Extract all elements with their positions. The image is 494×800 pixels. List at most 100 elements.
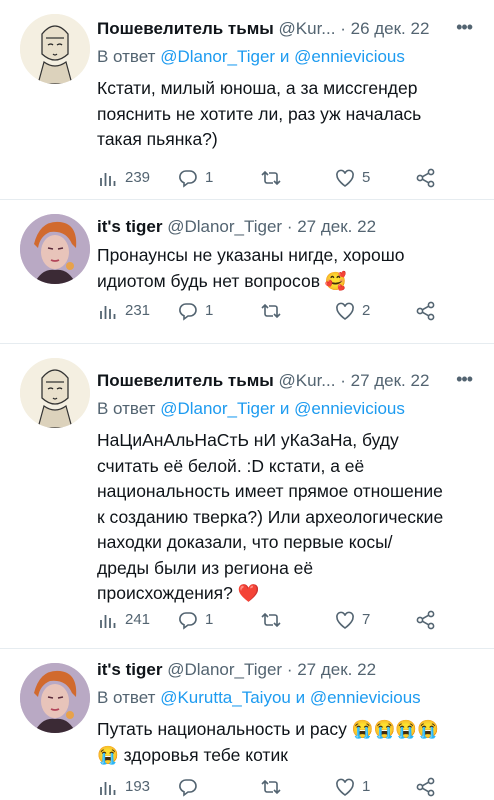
tweet-text: Пронаунсы не указаны нигде, хорошо идиот… [97,245,405,291]
tweet[interactable]: it's tiger @Dlanor_Tiger · 27 дек. 22 В … [0,649,494,800]
mention-link[interactable]: @Dlanor_Tiger [160,47,275,66]
separator-dot: · [340,19,351,38]
author-name[interactable]: it's tiger [97,660,162,679]
tweet-actions: 241 1 7 [97,607,447,633]
author-name[interactable]: Пошевелитель тьмы [97,19,274,38]
retweet-button[interactable] [260,298,288,324]
views-button[interactable]: 239 [97,165,150,191]
reply-and: и [295,688,306,707]
author-handle[interactable]: @Dlanor_Tiger [167,217,282,236]
tweet-actions: 231 1 2 [97,298,447,324]
avatar[interactable] [20,14,90,84]
separator-dot: · [340,371,351,390]
views-button[interactable]: 241 [97,607,150,633]
tweet-date[interactable]: 27 дек. 22 [297,217,376,236]
tweet[interactable]: it's tiger @Dlanor_Tiger · 27 дек. 22 Пр… [0,200,494,343]
tweet-date[interactable]: 27 дек. 22 [351,371,430,390]
views-count: 241 [125,611,151,628]
reply-button[interactable]: 1 [177,165,213,191]
like-button[interactable]: 7 [334,607,370,633]
like-icon [336,778,354,796]
author-handle[interactable]: @Kur... [279,371,336,390]
mention-link[interactable]: @ennievicious [294,47,405,66]
reply-prefix: В ответ [97,688,156,707]
retweet-button[interactable] [260,607,288,633]
avatar-illustration-icon [20,14,90,84]
avatar[interactable] [20,358,90,428]
share-icon [416,777,435,797]
avatar[interactable] [20,214,90,284]
tweet-header: Пошевелитель тьмы @Kur... · 26 дек. 22 •… [97,14,482,44]
reply-count: 1 [205,169,214,186]
views-icon [100,782,116,795]
author-handle[interactable]: @Dlanor_Tiger [167,660,282,679]
tweet-text: Кстати, милый юноша, а за миссгендер поя… [97,78,422,149]
separator-dot: · [286,217,298,236]
avatar-illustration-icon [20,358,90,428]
reply-icon [179,779,197,797]
reply-context: В ответ @Dlanor_Tiger и @ennievicious [97,396,482,422]
author-handle[interactable]: @Kur... [279,19,336,38]
retweet-icon [261,612,281,628]
retweet-icon [261,170,281,186]
reply-prefix: В ответ [97,399,156,418]
like-icon [336,611,354,629]
retweet-icon [261,779,281,795]
tweet[interactable]: Пошевелитель тьмы @Kur... · 26 дек. 22 •… [0,0,494,200]
avatar-photo-icon [20,214,90,284]
mention-link[interactable]: @Kurutta_Taiyou [160,688,291,707]
like-count: 2 [362,302,371,319]
mention-link[interactable]: @Dlanor_Tiger [160,399,275,418]
reply-context: В ответ @Kurutta_Taiyou и @ennievicious [97,685,482,711]
views-icon [100,173,116,186]
like-button[interactable]: 2 [334,298,370,324]
reply-button[interactable]: 1 [177,607,213,633]
like-button[interactable]: 1 [334,774,370,800]
reply-count: 1 [205,302,214,319]
author-name[interactable]: Пошевелитель тьмы [97,371,274,390]
reply-count: 1 [205,611,214,628]
views-button[interactable]: 231 [97,298,150,324]
mention-link[interactable]: @ennievicious [294,399,405,418]
avatar[interactable] [20,663,90,733]
tweet-actions: 193 1 [97,774,447,800]
reply-icon [179,170,197,188]
tweet-actions: 239 1 5 [97,165,447,191]
like-count: 7 [362,611,371,628]
reply-prefix: В ответ [97,47,156,66]
views-icon [100,615,116,628]
retweet-button[interactable] [260,165,288,191]
tweet-text: Путать национальность и расу 😭😭😭😭 😭 здор… [97,719,439,765]
like-button[interactable]: 5 [334,165,370,191]
author-name[interactable]: it's tiger [97,217,162,236]
views-count: 193 [125,778,151,795]
mention-link[interactable]: @ennievicious [310,688,421,707]
share-button[interactable] [415,298,443,324]
tweet-header: it's tiger @Dlanor_Tiger · 27 дек. 22 [97,212,482,242]
reply-and: и [279,399,290,418]
like-count: 5 [362,169,371,186]
reply-button[interactable]: 1 [177,298,213,324]
tweet-header: Пошевелитель тьмы @Kur... · 27 дек. 22 •… [97,366,482,396]
more-dots-icon[interactable]: ••• [456,364,473,394]
share-icon [416,168,435,188]
more-dots-icon[interactable]: ••• [456,12,473,42]
views-count: 239 [125,169,151,186]
reply-icon [179,612,197,630]
like-icon [336,169,354,187]
share-button[interactable] [415,607,443,633]
avatar-photo-icon [20,663,90,733]
reply-icon [179,303,197,321]
reply-button[interactable] [177,774,205,800]
tweet-date[interactable]: 26 дек. 22 [351,19,430,38]
separator-dot: · [286,660,298,679]
share-button[interactable] [415,774,443,800]
views-button[interactable]: 193 [97,774,150,800]
share-icon [416,301,435,321]
tweet[interactable]: Пошевелитель тьмы @Kur... · 27 дек. 22 •… [0,344,494,648]
tweet-header: it's tiger @Dlanor_Tiger · 27 дек. 22 [97,655,482,685]
retweet-button[interactable] [260,774,288,800]
tweet-date[interactable]: 27 дек. 22 [297,660,376,679]
share-button[interactable] [415,165,443,191]
reply-and: и [279,47,290,66]
